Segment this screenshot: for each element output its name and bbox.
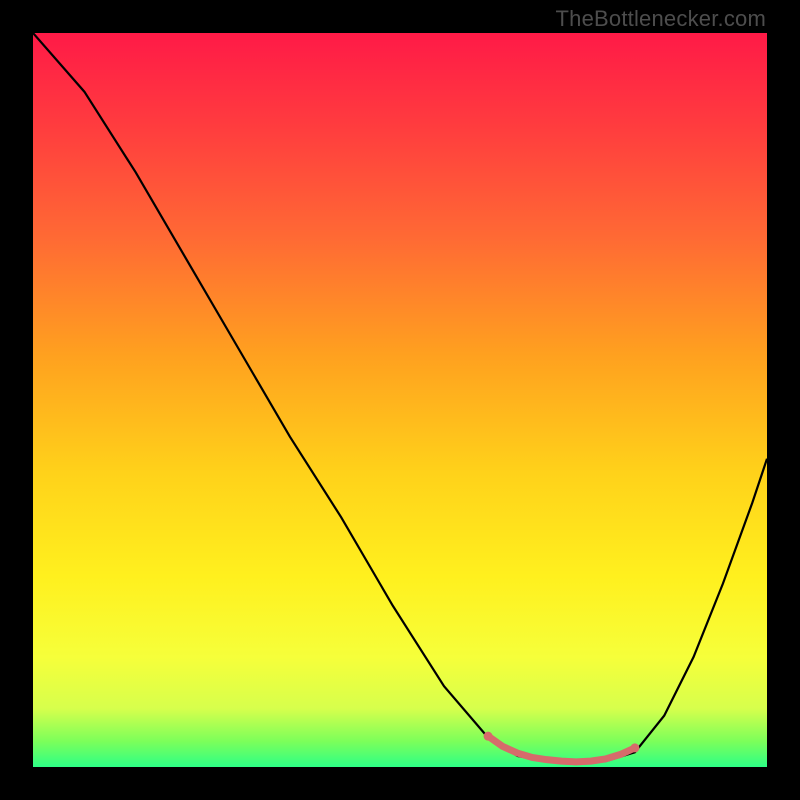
highlight-dot <box>484 732 493 741</box>
gradient-background <box>33 33 767 767</box>
watermark-text: TheBottlenecker.com <box>556 6 766 32</box>
chart-svg <box>33 33 767 767</box>
chart-frame <box>33 33 767 767</box>
highlight-dot <box>630 743 639 752</box>
